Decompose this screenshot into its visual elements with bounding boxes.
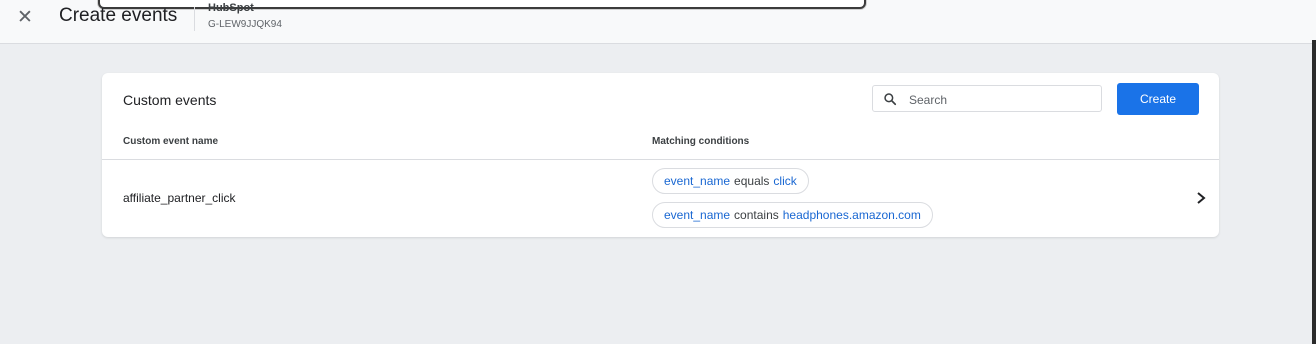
search-input[interactable] — [907, 90, 1096, 110]
column-header-event-name: Custom event name — [123, 136, 219, 147]
property-id: G-LEW9JJQK94 — [208, 19, 282, 30]
top-app-bar: ✕ Create events HubSpot G-LEW9JJQK94 — [0, 0, 1316, 44]
custom-events-card: Custom events Create Custom event name M… — [102, 73, 1219, 237]
condition-chip: event_name equals click — [652, 168, 809, 194]
page-title: Create events — [59, 5, 178, 26]
window-edge — [1312, 40, 1316, 344]
create-button[interactable]: Create — [1117, 83, 1199, 115]
header-divider — [102, 159, 1219, 160]
condition-value: headphones.amazon.com — [782, 208, 921, 222]
card-title: Custom events — [123, 92, 217, 108]
property-name: HubSpot — [208, 2, 254, 14]
condition-field: event_name — [664, 174, 731, 188]
event-name: affiliate_partner_click — [123, 191, 236, 205]
condition-field: event_name — [664, 208, 731, 222]
title-divider — [194, 7, 195, 31]
condition-operator: contains — [734, 208, 779, 222]
search-box[interactable] — [872, 85, 1102, 112]
condition-value: click — [773, 174, 797, 188]
column-header-matching-conditions: Matching conditions — [652, 136, 750, 147]
condition-operator: equals — [734, 174, 770, 188]
search-icon — [884, 93, 897, 106]
chevron-right-icon[interactable] — [1194, 190, 1208, 206]
condition-chip: event_name contains headphones.amazon.co… — [652, 202, 933, 228]
close-icon[interactable]: ✕ — [14, 6, 36, 28]
